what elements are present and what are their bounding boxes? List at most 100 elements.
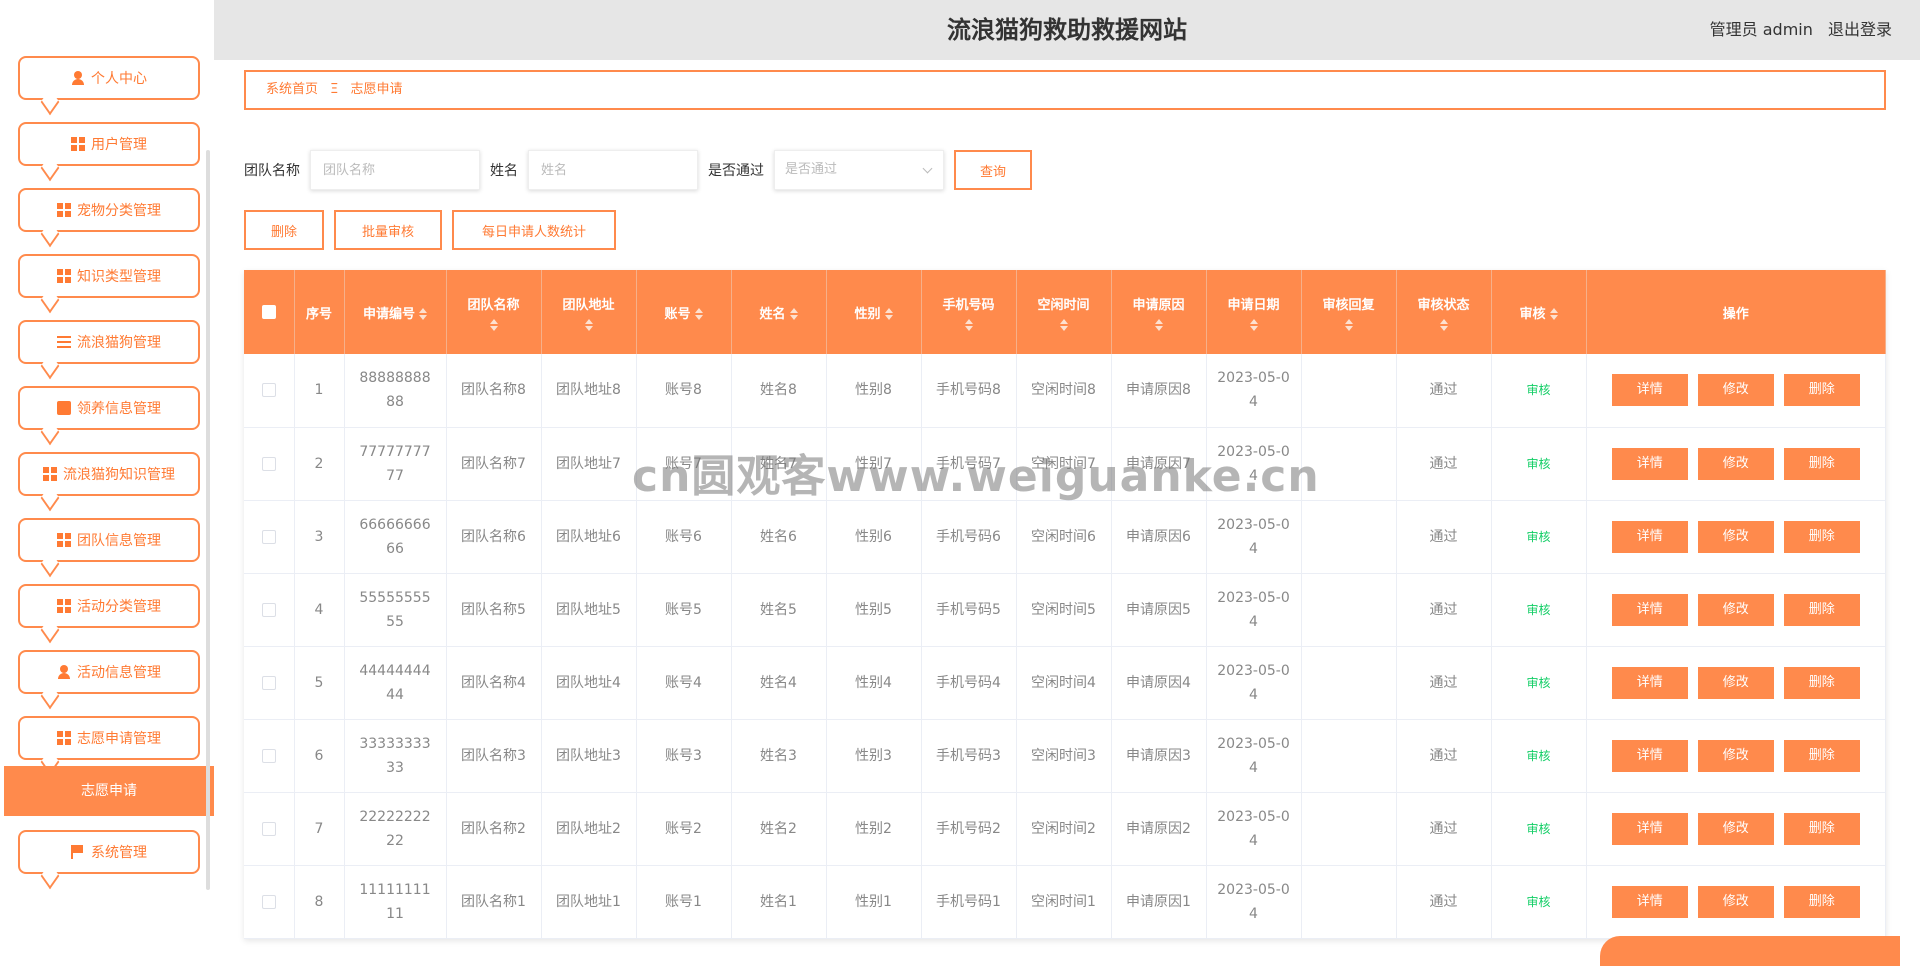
sidebar-item-system-management[interactable]: 系统管理 [18,830,200,874]
sort-icon[interactable] [964,318,973,331]
cell-gender: 性别2 [826,792,922,866]
sidebar-item-personal-center[interactable]: 个人中心 [18,56,200,100]
sort-icon[interactable] [1344,318,1353,331]
sidebar-item-activity-category[interactable]: 活动分类管理 [18,584,200,628]
row-select-cell [244,719,295,793]
header-reply[interactable]: 审核回复 [1301,270,1397,354]
edit-button[interactable]: 修改 [1697,374,1774,407]
cell-app-no: 8888888888 [344,354,447,428]
select-all-checkbox[interactable] [261,305,276,319]
batch-audit-button[interactable]: 批量审核 [334,210,442,250]
sidebar-scrollbar[interactable] [206,150,210,890]
header-status[interactable]: 审核状态 [1396,270,1492,354]
row-delete-button[interactable]: 删除 [1783,374,1860,407]
edit-button[interactable]: 修改 [1697,447,1774,480]
sidebar-item-label: 宠物分类管理 [77,203,161,219]
cell-audit: 审核 [1491,354,1587,428]
audit-link[interactable]: 审核 [1526,457,1550,471]
audit-link[interactable]: 审核 [1526,895,1550,909]
detail-button[interactable]: 详情 [1611,520,1688,553]
sidebar-subitem-volunteer-apply[interactable]: 志愿申请 [4,766,214,816]
edit-button[interactable]: 修改 [1697,593,1774,626]
sidebar-item-stray-animals[interactable]: 流浪猫狗管理 [18,320,200,364]
cell-status: 通过 [1396,427,1492,501]
sort-icon[interactable] [419,308,427,320]
row-delete-button[interactable]: 删除 [1783,520,1860,553]
pass-select[interactable]: 是否通过 [774,150,944,190]
header-date[interactable]: 申请日期 [1206,270,1302,354]
sort-icon[interactable] [1059,318,1068,331]
row-delete-button[interactable]: 删除 [1783,447,1860,480]
row-checkbox[interactable] [261,602,276,617]
edit-button[interactable]: 修改 [1697,739,1774,772]
edit-button[interactable]: 修改 [1697,666,1774,699]
sort-icon[interactable] [489,318,498,331]
edit-button[interactable]: 修改 [1697,812,1774,845]
daily-stats-button[interactable]: 每日申请人数统计 [452,210,616,250]
sort-icon[interactable] [1549,308,1558,320]
logout-link[interactable]: 退出登录 [1828,20,1892,39]
delete-button[interactable]: 删除 [244,210,324,250]
sort-icon[interactable] [1154,318,1163,331]
row-checkbox[interactable] [261,456,276,471]
header-gender[interactable]: 性别 [826,270,922,354]
row-delete-button[interactable]: 删除 [1783,593,1860,626]
cell-reply [1301,573,1397,647]
sort-icon[interactable] [1249,318,1258,331]
edit-button[interactable]: 修改 [1697,520,1774,553]
audit-link[interactable]: 审核 [1526,530,1550,544]
audit-link[interactable]: 审核 [1526,676,1550,690]
sidebar-item-stray-knowledge[interactable]: 流浪猫狗知识管理 [18,452,200,496]
team-name-input[interactable] [310,150,480,190]
sidebar-item-team-info[interactable]: 团队信息管理 [18,518,200,562]
sidebar-item-activity-info[interactable]: 活动信息管理 [18,650,200,694]
row-checkbox[interactable] [261,748,276,763]
sidebar-item-user-management[interactable]: 用户管理 [18,122,200,166]
header-team-name[interactable]: 团队名称 [446,270,542,354]
row-delete-button[interactable]: 删除 [1783,666,1860,699]
detail-button[interactable]: 详情 [1611,447,1688,480]
sidebar-item-volunteer-application[interactable]: 志愿申请管理 [18,716,200,760]
row-checkbox[interactable] [261,821,276,836]
detail-button[interactable]: 详情 [1611,885,1688,918]
header-reason[interactable]: 申请原因 [1111,270,1207,354]
detail-button[interactable]: 详情 [1611,812,1688,845]
row-checkbox[interactable] [261,529,276,544]
query-button[interactable]: 查询 [954,150,1032,190]
audit-link[interactable]: 审核 [1526,603,1550,617]
detail-button[interactable]: 详情 [1611,739,1688,772]
name-input[interactable] [528,150,698,190]
audit-link[interactable]: 审核 [1526,749,1550,763]
detail-button[interactable]: 详情 [1611,593,1688,626]
header-phone[interactable]: 手机号码 [921,270,1017,354]
cell-date: 2023-05-04 [1206,792,1302,866]
sort-icon[interactable] [694,308,703,320]
sort-icon[interactable] [789,308,798,320]
header-free-time[interactable]: 空闲时间 [1016,270,1112,354]
sidebar-item-knowledge-type[interactable]: 知识类型管理 [18,254,200,298]
row-delete-button[interactable]: 删除 [1783,739,1860,772]
edit-button[interactable]: 修改 [1697,885,1774,918]
row-checkbox[interactable] [261,675,276,690]
sidebar-item-pet-category[interactable]: 宠物分类管理 [18,188,200,232]
breadcrumb-home[interactable]: 系统首页 [266,82,318,97]
row-delete-button[interactable]: 删除 [1783,885,1860,918]
cell-operations: 详情 修改 删除 [1586,500,1886,574]
row-delete-button[interactable]: 删除 [1783,812,1860,845]
audit-link[interactable]: 审核 [1526,383,1550,397]
header-account[interactable]: 账号 [636,270,732,354]
header-audit[interactable]: 审核 [1491,270,1587,354]
row-checkbox[interactable] [261,894,276,909]
detail-button[interactable]: 详情 [1611,666,1688,699]
sidebar-item-adoption-info[interactable]: 领养信息管理 [18,386,200,430]
sort-icon[interactable] [1439,318,1448,331]
header-team-address[interactable]: 团队地址 [541,270,637,354]
sort-icon[interactable] [584,318,593,331]
header-app-no[interactable]: 申请编号 [344,270,447,354]
sort-icon[interactable] [884,308,893,320]
header-name[interactable]: 姓名 [731,270,827,354]
row-checkbox[interactable] [261,383,276,398]
top-header: 流浪猫狗救助救援网站 管理员 admin 退出登录 [214,0,1920,60]
audit-link[interactable]: 审核 [1526,822,1550,836]
detail-button[interactable]: 详情 [1611,374,1688,407]
